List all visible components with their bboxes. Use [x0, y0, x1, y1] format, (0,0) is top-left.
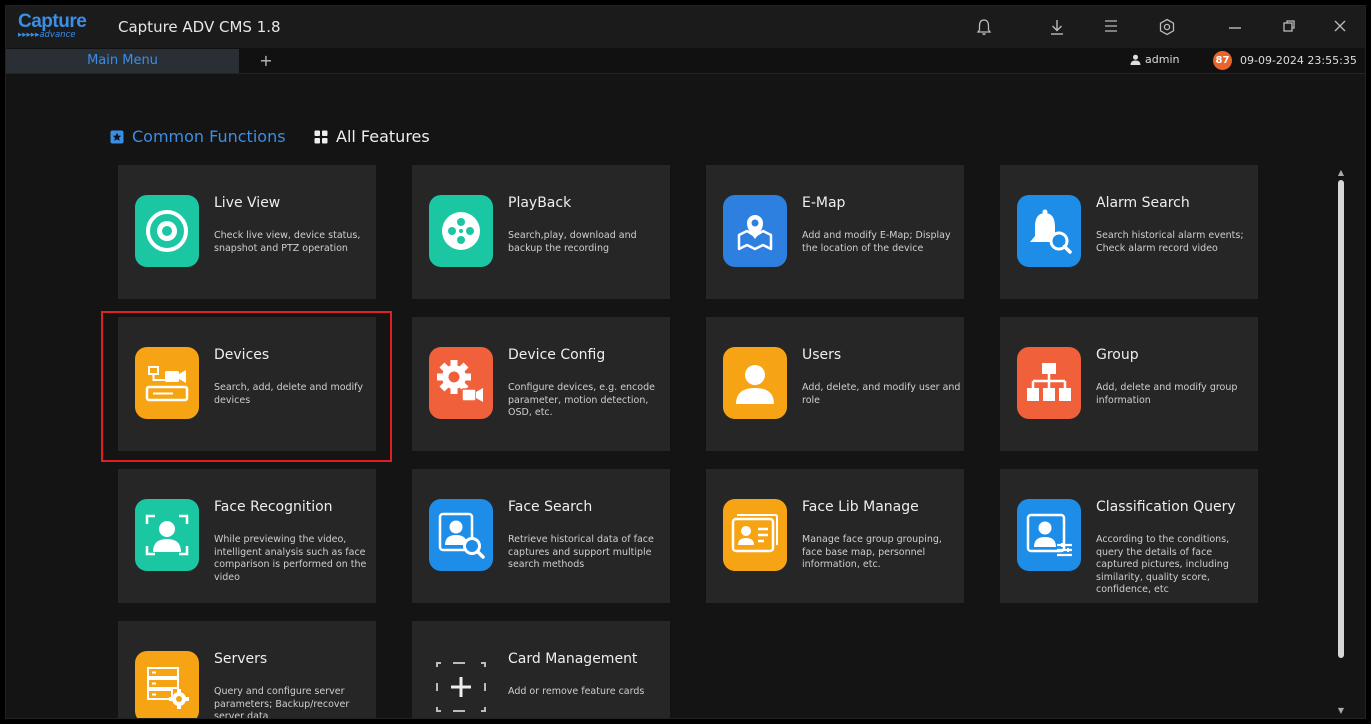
live-view-icon	[135, 195, 199, 267]
card-description: According to the conditions, query the d…	[1096, 534, 1230, 595]
playback-icon	[429, 195, 493, 267]
card-device-config[interactable]: Device Config Configure devices, e.g. en…	[412, 317, 670, 451]
card-title: Face Lib Manage	[802, 499, 919, 515]
card-description: Search historical alarm events; Check al…	[1096, 230, 1244, 254]
card-devices[interactable]: Devices Search, add, delete and modify d…	[118, 317, 376, 451]
user-icon	[1130, 54, 1141, 65]
card-title: Servers	[214, 651, 268, 667]
map-pin-icon	[723, 195, 787, 267]
restore-icon[interactable]	[1278, 16, 1300, 38]
card-description: Add or remove feature cards	[508, 686, 645, 697]
user-icon	[723, 347, 787, 419]
star-box-icon	[110, 130, 124, 143]
username: admin	[1145, 53, 1180, 66]
notification-badge[interactable]: 87	[1213, 51, 1232, 70]
devices-icon	[135, 347, 199, 419]
card-title: Device Config	[508, 347, 606, 363]
group-icon	[1017, 347, 1081, 419]
tab-all-label: All Features	[336, 127, 430, 146]
device-config-icon	[429, 347, 493, 419]
scrollbar-thumb[interactable]	[1338, 180, 1344, 658]
card-description: While previewing the video, intelligent …	[214, 534, 367, 583]
tab-common-label: Common Functions	[132, 127, 286, 146]
card-description: Configure devices, e.g. encode parameter…	[508, 382, 655, 418]
bell-icon[interactable]	[973, 16, 995, 38]
card-e-map[interactable]: E-Map Add and modify E-Map; Display the …	[706, 165, 964, 299]
card-title: Group	[1096, 347, 1139, 363]
card-servers[interactable]: Servers Query and configure server param…	[118, 621, 376, 719]
scroll-up-arrow-icon[interactable]: ▲	[1337, 168, 1345, 178]
tab-common-functions[interactable]: Common Functions	[110, 127, 286, 146]
face-lib-icon	[723, 499, 787, 571]
title-bar: Capture ▸▸▸▸▸advance Capture ADV CMS 1.8	[6, 6, 1365, 48]
face-recognition-icon	[135, 499, 199, 571]
card-users[interactable]: Users Add, delete, and modify user and r…	[706, 317, 964, 451]
card-title: Users	[802, 347, 842, 363]
card-face-lib-manage[interactable]: Face Lib Manage Manage face group groupi…	[706, 469, 964, 603]
alarm-bell-icon	[1017, 195, 1081, 267]
card-description: Search,play, download and backup the rec…	[508, 230, 637, 254]
card-title: Face Search	[508, 499, 593, 515]
card-classification-query[interactable]: Classification Query According to the co…	[1000, 469, 1258, 603]
card-title: Card Management	[508, 651, 638, 667]
card-description: Check live view, device status, snapshot…	[214, 230, 361, 254]
card-title: Live View	[214, 195, 281, 211]
scroll-down-arrow-icon[interactable]: ▼	[1337, 706, 1345, 716]
datetime: 09-09-2024 23:55:35	[1240, 54, 1357, 67]
card-description: Search, add, delete and modify devices	[214, 382, 363, 406]
tab-bar: Main Menu + admin 87 09-09-2024 23:55:35	[6, 48, 1365, 74]
card-description: Query and configure server parameters; B…	[214, 686, 350, 719]
close-icon[interactable]	[1329, 16, 1351, 38]
card-face-search[interactable]: Face Search Retrieve historical data of …	[412, 469, 670, 603]
card-title: Face Recognition	[214, 499, 333, 515]
card-description: Add, delete, and modify user and role	[802, 382, 961, 406]
card-add-icon	[429, 651, 493, 718]
app-title: Capture ADV CMS 1.8	[118, 18, 281, 36]
card-title: Classification Query	[1096, 499, 1236, 515]
server-icon	[135, 651, 199, 718]
card-title: Alarm Search	[1096, 195, 1190, 211]
menu-icon[interactable]	[1100, 16, 1122, 38]
card-description: Add, delete and modify group information	[1096, 382, 1238, 406]
add-tab-button[interactable]: +	[256, 49, 276, 73]
card-card-management[interactable]: Card Management Add or remove feature ca…	[412, 621, 670, 718]
card-title: Devices	[214, 347, 270, 363]
card-title: E-Map	[802, 195, 846, 211]
card-alarm-search[interactable]: Alarm Search Search historical alarm eve…	[1000, 165, 1258, 299]
card-description: Manage face group grouping, face base ma…	[802, 534, 942, 570]
tab-main-menu[interactable]: Main Menu	[6, 49, 239, 73]
logo-tagline: ▸▸▸▸▸advance	[18, 30, 76, 40]
card-group[interactable]: Group Add, delete and modify group infor…	[1000, 317, 1258, 451]
settings-icon[interactable]	[1156, 16, 1178, 38]
face-search-icon	[429, 499, 493, 571]
card-description: Retrieve historical data of face capture…	[508, 534, 654, 570]
user-info[interactable]: admin	[1130, 53, 1179, 66]
card-title: PlayBack	[508, 195, 572, 211]
download-icon[interactable]	[1046, 16, 1068, 38]
app-window: Capture ▸▸▸▸▸advance Capture ADV CMS 1.8…	[5, 5, 1366, 719]
card-playback[interactable]: PlayBack Search,play, download and backu…	[412, 165, 670, 299]
card-live-view[interactable]: Live View Check live view, device status…	[118, 165, 376, 299]
tab-all-features[interactable]: All Features	[314, 127, 430, 146]
grid-icon	[314, 130, 328, 143]
card-face-recognition[interactable]: Face Recognition While previewing the vi…	[118, 469, 376, 603]
classification-icon	[1017, 499, 1081, 571]
app-logo: Capture ▸▸▸▸▸advance	[18, 11, 106, 41]
card-description: Add and modify E-Map; Display the locati…	[802, 230, 951, 254]
minimize-icon[interactable]	[1224, 16, 1246, 38]
logo-wordmark: Capture	[18, 11, 87, 32]
